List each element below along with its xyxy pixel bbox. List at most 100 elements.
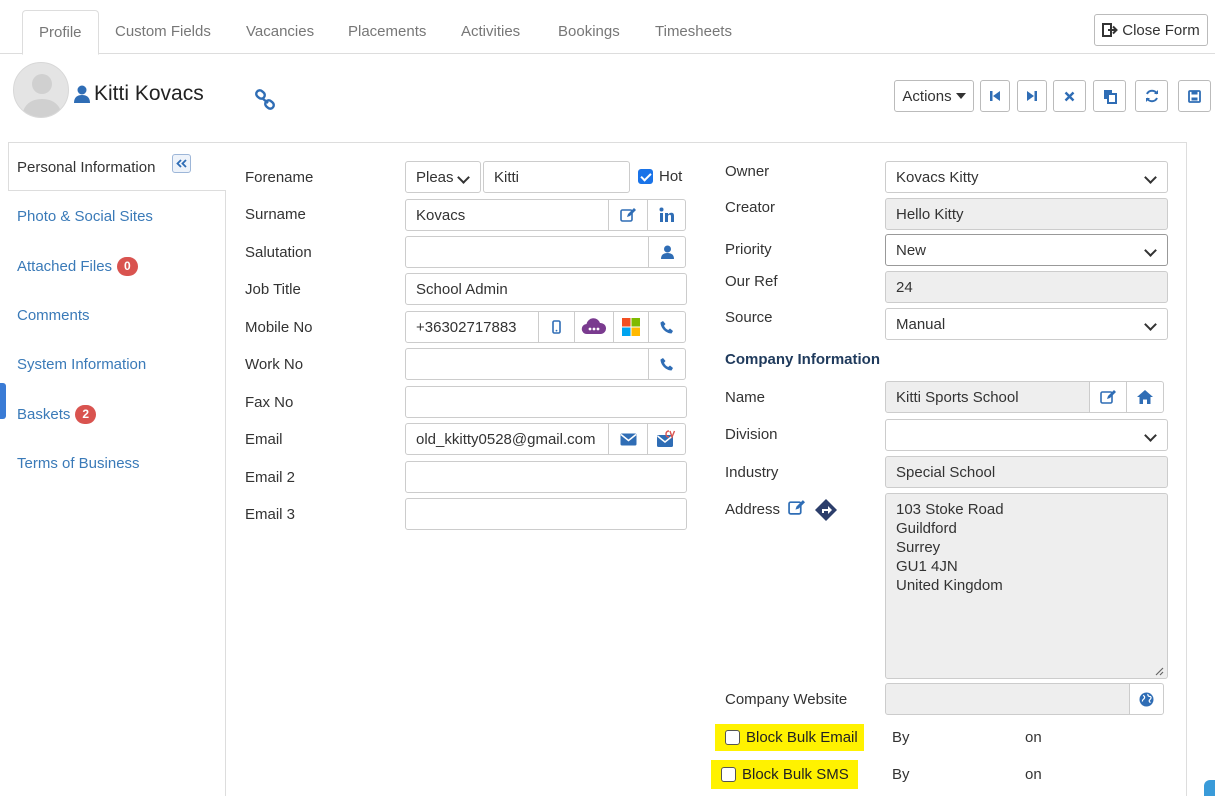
linkedin-button[interactable] <box>647 199 686 231</box>
forename-label: Forename <box>245 169 314 186</box>
nav-files-label: Attached Files <box>17 258 113 275</box>
copy-button[interactable] <box>1093 80 1126 112</box>
owner-value: Kovacs Kitty <box>896 168 979 186</box>
save-button[interactable] <box>1178 80 1211 112</box>
actions-label: Actions <box>902 87 952 105</box>
owner-select[interactable]: Kovacs Kitty <box>885 161 1168 193</box>
hot-checkbox[interactable]: Hot <box>638 168 682 185</box>
cv-envelope-icon <box>656 430 675 447</box>
nav-baskets-label: Baskets <box>17 406 71 423</box>
block-sms-by-label: By <box>892 766 910 783</box>
edit-address-icon[interactable] <box>788 500 805 515</box>
resize-grip-icon[interactable] <box>1154 666 1164 676</box>
first-record-button[interactable] <box>980 80 1010 112</box>
division-select[interactable] <box>885 419 1168 451</box>
nav-baskets[interactable]: Baskets 2 <box>17 405 97 424</box>
nav-terms-label: Terms of Business <box>17 455 140 472</box>
tab-activities[interactable]: Activities <box>445 10 536 54</box>
salutation-label: Salutation <box>245 244 312 261</box>
teams-call-button[interactable] <box>613 311 649 343</box>
scroll-to-top-button[interactable] <box>1204 780 1215 796</box>
refresh-button[interactable] <box>1135 80 1168 112</box>
tab-vacancies[interactable]: Vacancies <box>230 10 330 54</box>
block-email-by-label: By <box>892 729 910 746</box>
industry-field: Special School <box>885 456 1168 488</box>
email-2-input[interactable] <box>405 461 687 493</box>
company-home-button[interactable] <box>1126 381 1164 413</box>
contact-title: Kitti Kovacs <box>74 82 204 106</box>
tab-timesheets[interactable]: Timesheets <box>639 10 748 54</box>
close-form-button[interactable]: Close Form <box>1094 14 1208 46</box>
company-website-label: Company Website <box>725 691 848 708</box>
surname-value: Kovacs <box>416 206 466 224</box>
email-label: Email <box>245 431 283 448</box>
phone-icon <box>660 358 673 371</box>
email-input[interactable]: old_kkitty0528@gmail.com <box>405 423 609 455</box>
nav-attached-files[interactable]: Attached Files 0 <box>17 257 138 276</box>
block-bulk-email-label: Block Bulk Email <box>746 729 858 746</box>
microsoft-logo-icon <box>622 318 640 336</box>
step-forward-icon <box>1027 91 1037 101</box>
close-form-label: Close Form <box>1122 21 1200 39</box>
block-bulk-email-checkbox[interactable]: Block Bulk Email <box>715 724 864 751</box>
user-icon <box>74 85 90 103</box>
block-bulk-sms-check[interactable] <box>721 767 736 782</box>
work-no-input[interactable] <box>405 348 649 380</box>
send-cv-email-button[interactable] <box>647 423 686 455</box>
link-icon[interactable] <box>254 89 276 111</box>
copy-icon <box>1103 89 1117 104</box>
nav-personal-information[interactable]: Personal Information <box>17 159 155 176</box>
title-select[interactable]: Pleas <box>405 161 481 193</box>
directions-icon[interactable] <box>814 498 838 522</box>
nav-photo-label: Photo & Social Sites <box>17 208 153 225</box>
block-bulk-email-check[interactable] <box>725 730 740 745</box>
forename-input[interactable]: Kitti <box>483 161 630 193</box>
last-record-button[interactable] <box>1017 80 1047 112</box>
forename-value: Kitti <box>494 168 520 186</box>
avatar[interactable] <box>13 62 69 118</box>
call-work-button[interactable] <box>648 348 686 380</box>
salutation-user-button[interactable] <box>648 236 686 268</box>
surname-input[interactable]: Kovacs <box>405 199 609 231</box>
phone-icon <box>660 321 673 334</box>
tab-placements[interactable]: Placements <box>332 10 442 54</box>
tab-profile[interactable]: Profile <box>22 10 99 55</box>
tab-custom-fields[interactable]: Custom Fields <box>99 10 227 54</box>
mobile-device-button[interactable] <box>538 311 575 343</box>
collapse-nav-button[interactable] <box>172 154 191 173</box>
fax-no-input[interactable] <box>405 386 687 418</box>
email-value: old_kkitty0528@gmail.com <box>416 430 596 448</box>
caret-down-icon <box>955 93 966 99</box>
sms-cloud-button[interactable] <box>574 311 614 343</box>
send-email-button[interactable] <box>608 423 648 455</box>
block-bulk-sms-checkbox[interactable]: Block Bulk SMS <box>711 760 858 789</box>
priority-select[interactable]: New <box>885 234 1168 266</box>
open-website-button[interactable] <box>1129 683 1164 715</box>
address-textarea[interactable]: 103 Stoke Road Guildford Surrey GU1 4JN … <box>885 493 1168 679</box>
home-icon <box>1137 390 1153 404</box>
owner-label: Owner <box>725 163 770 180</box>
nav-photo-social[interactable]: Photo & Social Sites <box>17 208 153 225</box>
salutation-input[interactable] <box>405 236 649 268</box>
source-select[interactable]: Manual <box>885 308 1168 340</box>
nav-system-label: System Information <box>17 356 147 373</box>
our-ref-label: Our Ref <box>725 273 778 290</box>
edit-company-button[interactable] <box>1089 381 1127 413</box>
mobile-input[interactable]: +36302717883 <box>405 311 539 343</box>
nav-system-information[interactable]: System Information <box>17 356 146 373</box>
nav-terms-of-business[interactable]: Terms of Business <box>17 455 140 472</box>
actions-dropdown[interactable]: Actions <box>894 80 974 112</box>
side-drawer-handle[interactable] <box>0 383 6 419</box>
industry-label: Industry <box>725 464 779 481</box>
company-name-field: Kitti Sports School <box>885 381 1090 413</box>
hot-check[interactable] <box>638 169 653 184</box>
our-ref-field: 24 <box>885 271 1168 303</box>
tab-bookings[interactable]: Bookings <box>542 10 636 54</box>
edit-surname-button[interactable] <box>608 199 648 231</box>
job-title-input[interactable]: School Admin <box>405 273 687 305</box>
nav-comments[interactable]: Comments <box>17 307 90 324</box>
fax-no-label: Fax No <box>245 394 294 411</box>
call-mobile-button[interactable] <box>648 311 686 343</box>
email-3-input[interactable] <box>405 498 687 530</box>
delete-button[interactable] <box>1053 80 1086 112</box>
